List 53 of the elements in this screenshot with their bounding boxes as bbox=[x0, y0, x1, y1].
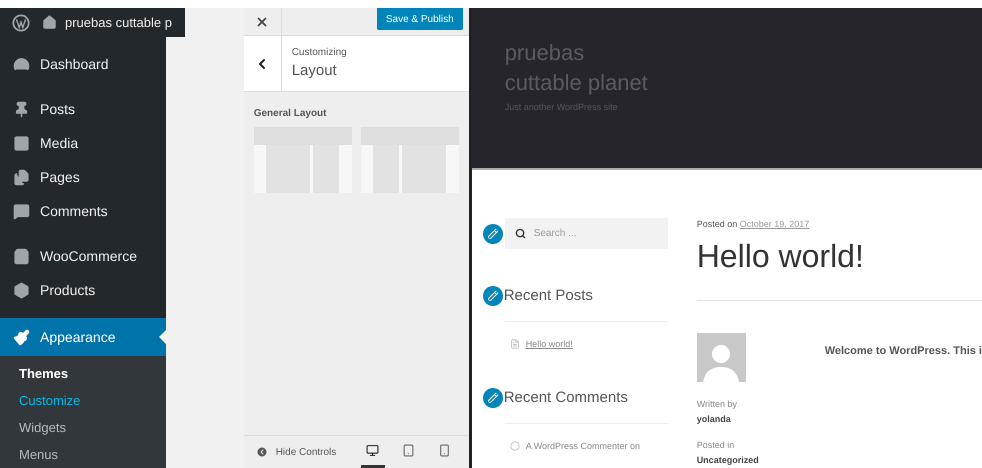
submenu-item[interactable]: Themes bbox=[0, 360, 166, 387]
sidebar-item[interactable]: Appearance bbox=[0, 318, 166, 356]
sidebar-item[interactable]: Pages bbox=[0, 160, 166, 194]
pin-icon bbox=[13, 100, 30, 118]
widget-title: Recent Comments bbox=[504, 388, 628, 408]
submenu-item[interactable]: Widgets bbox=[0, 414, 166, 441]
layout-sidebar-block bbox=[313, 145, 339, 193]
collapse-icon bbox=[256, 446, 268, 458]
paintbrush-icon bbox=[13, 328, 30, 346]
close-icon bbox=[255, 14, 270, 28]
author-name[interactable]: yolanda bbox=[696, 413, 825, 426]
author-label: Written by bbox=[696, 398, 738, 411]
edit-shortcut-icon[interactable] bbox=[482, 286, 503, 306]
document-icon bbox=[510, 339, 520, 350]
site-name-link[interactable]: pruebas cuttable p bbox=[65, 12, 172, 32]
layout-sidebar-block bbox=[372, 145, 399, 193]
speech-bubble-icon bbox=[13, 202, 30, 220]
sidebar-item[interactable]: WooCommerce bbox=[0, 239, 166, 273]
sidebar-item[interactable]: Dashboard bbox=[0, 47, 166, 81]
layout-content-block bbox=[402, 145, 446, 193]
pages-icon bbox=[13, 168, 30, 186]
tablet-icon bbox=[402, 444, 416, 457]
submenu-item[interactable]: Customize bbox=[0, 387, 166, 414]
hide-controls-button[interactable]: Hide Controls bbox=[256, 444, 336, 460]
edit-shortcut-icon[interactable] bbox=[482, 388, 503, 408]
save-publish-button[interactable]: Save & Publish bbox=[376, 8, 463, 30]
phone-icon bbox=[438, 444, 452, 457]
home-icon bbox=[42, 15, 57, 30]
sidebar-item[interactable]: Products bbox=[0, 273, 166, 307]
sidebar-item[interactable]: Posts bbox=[0, 92, 166, 126]
category-label: Posted in bbox=[696, 438, 736, 452]
widget-link[interactable]: Hello world! bbox=[526, 338, 573, 351]
post-excerpt: Welcome to WordPress. This i bbox=[824, 344, 982, 358]
sidebar-item[interactable]: Media bbox=[0, 126, 166, 160]
post-title: Hello world! bbox=[696, 236, 865, 276]
section-title: General Layout bbox=[254, 107, 328, 121]
widget-title: Recent Posts bbox=[504, 286, 593, 306]
widget-link[interactable]: A WordPress Commenter on bbox=[526, 440, 640, 453]
box-icon bbox=[13, 282, 30, 298]
sidebar-item[interactable]: Comments bbox=[0, 194, 166, 228]
current-menu-arrow-icon bbox=[159, 330, 166, 344]
layout-content-block bbox=[266, 145, 310, 193]
monitor-icon bbox=[366, 444, 380, 457]
panel-title: Layout bbox=[292, 60, 338, 81]
submenu-item[interactable]: Menus bbox=[0, 441, 166, 468]
wordpress-logo-icon[interactable] bbox=[12, 14, 30, 32]
breadcrumb-text: Customizing bbox=[292, 46, 347, 60]
gauge-icon bbox=[13, 56, 30, 72]
post-date-line: Posted on October 19, 2017 bbox=[696, 218, 810, 231]
comment-bubble-icon bbox=[510, 441, 520, 452]
search-icon bbox=[514, 228, 526, 239]
category-link[interactable]: Uncategorized bbox=[696, 454, 825, 468]
edit-shortcut-icon[interactable] bbox=[482, 224, 503, 244]
